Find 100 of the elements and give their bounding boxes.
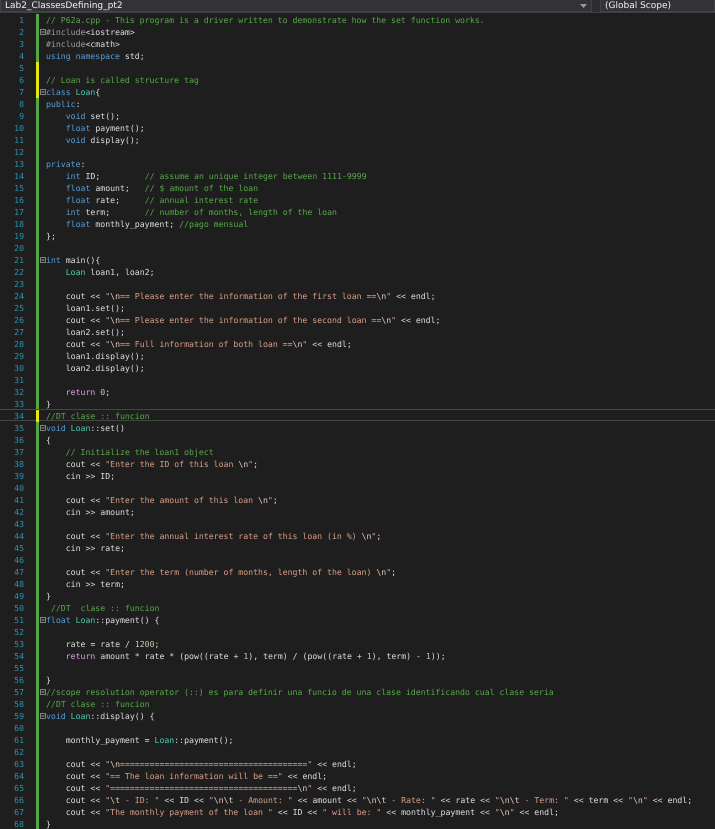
line-number: 27 [13, 327, 24, 337]
code-line: float amount; // $ amount of the loan [64, 182, 260, 194]
line-number: 26 [13, 315, 24, 325]
line-number: 42 [13, 507, 24, 517]
code-line: rate = rate / 1200; [64, 638, 160, 650]
line-number: 66 [13, 795, 24, 805]
code-line: cin >> rate; [64, 542, 126, 554]
code-line: cout << "\n======================================" << endl; [64, 758, 358, 770]
collapse-icon[interactable] [40, 713, 46, 719]
code-line: // Loan is called structure tag [46, 74, 200, 86]
code-line: cout << "Enter the term (number of months, length of the loan) \n"; [64, 566, 398, 578]
line-number: 14 [13, 171, 24, 181]
code-line: cout << "\n== Full information of both loan ==\n" << endl; [64, 338, 353, 350]
line-number: 61 [13, 735, 24, 745]
code-line: void Loan::display() { [46, 710, 156, 722]
code-line: loan1.set(); [64, 302, 126, 314]
collapse-icon[interactable] [40, 29, 46, 35]
line-number: 43 [13, 519, 24, 529]
line-number: 19 [13, 231, 24, 241]
code-line: cout << "Enter the annual interest rate of this loan (in %) \n"; [64, 530, 382, 542]
line-number: 59 [13, 711, 24, 721]
line-number: 23 [13, 279, 24, 289]
collapse-icon[interactable] [40, 425, 46, 431]
line-number: 45 [13, 543, 24, 553]
line-number: 63 [13, 759, 24, 769]
line-number: 9 [18, 111, 24, 121]
line-number: 29 [13, 351, 24, 361]
code-line: cout << "== The loan information will be ==" << endl; [64, 770, 328, 782]
line-number: 32 [13, 387, 24, 397]
code-line: using namespace std; [46, 50, 146, 62]
collapse-icon[interactable] [40, 89, 46, 95]
line-number: 16 [13, 195, 24, 205]
line-number: 35 [13, 423, 24, 433]
line-number: 54 [13, 651, 24, 661]
line-number: 10 [13, 123, 24, 133]
line-number: 58 [13, 699, 24, 709]
code-line: cout << "Enter the ID of this loan \n"; [64, 458, 260, 470]
line-number: 28 [13, 339, 24, 349]
code-line: cout << "Enter the amount of this loan \n"; [64, 494, 279, 506]
code-line: cin >> amount; [64, 506, 136, 518]
code-line: cout << "\n== Please enter the information of the second loan ==\n" << endl; [64, 314, 442, 326]
code-line: cin >> term; [64, 578, 126, 590]
code-line: float payment(); [64, 122, 146, 134]
code-line: }; [46, 230, 57, 242]
scope-dropdown[interactable]: (Global Scope) [600, 0, 715, 12]
line-number: 15 [13, 183, 24, 193]
code-line: cout << "======================================\n" << endl; [64, 782, 358, 794]
line-number: 50 [13, 603, 24, 613]
collapse-icon[interactable] [40, 617, 46, 623]
line-number: 44 [13, 531, 24, 541]
code-line: int ID; // assume an unique integer between 1111-9999 [64, 170, 368, 182]
line-number: 55 [13, 663, 24, 673]
code-line: Loan loan1, loan2; [64, 266, 156, 278]
code-line: int term; // number of months, length of the loan [64, 206, 338, 218]
code-line: void Loan::set() [46, 422, 126, 434]
caret-icon [580, 4, 587, 8]
line-number: 33 [13, 399, 24, 409]
code-line: // P62a.cpp - This program is a driver written to demonstrate how the set function works. [46, 14, 486, 26]
code-line: } [46, 818, 52, 829]
line-number: 22 [13, 267, 24, 277]
line-number: 68 [13, 819, 24, 829]
code-line: //scope resolution operator (::) es para definir una funcio de una clase identificando cual clase seria [46, 686, 555, 698]
code-line: private: [46, 158, 86, 170]
line-number: 39 [13, 471, 24, 481]
line-number: 11 [13, 135, 24, 145]
line-number: 30 [13, 363, 24, 373]
line-number: 64 [13, 771, 24, 781]
line-number: 20 [13, 243, 24, 253]
code-line: cout << "\n== Please enter the information of the first loan ==\n" << endl; [64, 290, 437, 302]
line-number: 37 [13, 447, 24, 457]
code-line: loan2.set(); [64, 326, 126, 338]
code-line: int main(){ [46, 254, 102, 266]
line-number: 5 [18, 63, 24, 73]
code-line: { [46, 434, 52, 446]
line-number: 34 [13, 411, 24, 421]
line-number: 21 [13, 255, 24, 265]
code-line: float Loan::payment() { [46, 614, 160, 626]
code-line: loan2.display(); [64, 362, 146, 374]
collapse-icon[interactable] [40, 689, 46, 695]
code-line: //DT clase :: funcion [50, 602, 160, 614]
code-line: } [46, 674, 52, 686]
line-number: 31 [13, 375, 24, 385]
line-number: 62 [13, 747, 24, 757]
code-line: cout << "The monthly payment of the loan " << ID << " will be: " << monthly_payment << "\n" << endl; [64, 806, 560, 818]
code-line: } [46, 590, 52, 602]
line-number: 24 [13, 291, 24, 301]
line-number: 6 [18, 75, 24, 85]
code-line: cin >> ID; [64, 470, 116, 482]
line-number: 52 [13, 627, 24, 637]
line-number: 3 [18, 39, 24, 49]
file-dropdown[interactable]: Lab2_ClassesDefining_pt2 [0, 0, 592, 12]
line-number: 48 [13, 579, 24, 589]
code-line: public: [46, 98, 82, 110]
line-number: 7 [18, 87, 24, 97]
collapse-icon[interactable] [40, 257, 46, 263]
line-number: 13 [13, 159, 24, 169]
line-number: 8 [18, 99, 24, 109]
line-number: 2 [18, 27, 24, 37]
code-line: return 0; [64, 386, 112, 398]
line-number: 56 [13, 675, 24, 685]
